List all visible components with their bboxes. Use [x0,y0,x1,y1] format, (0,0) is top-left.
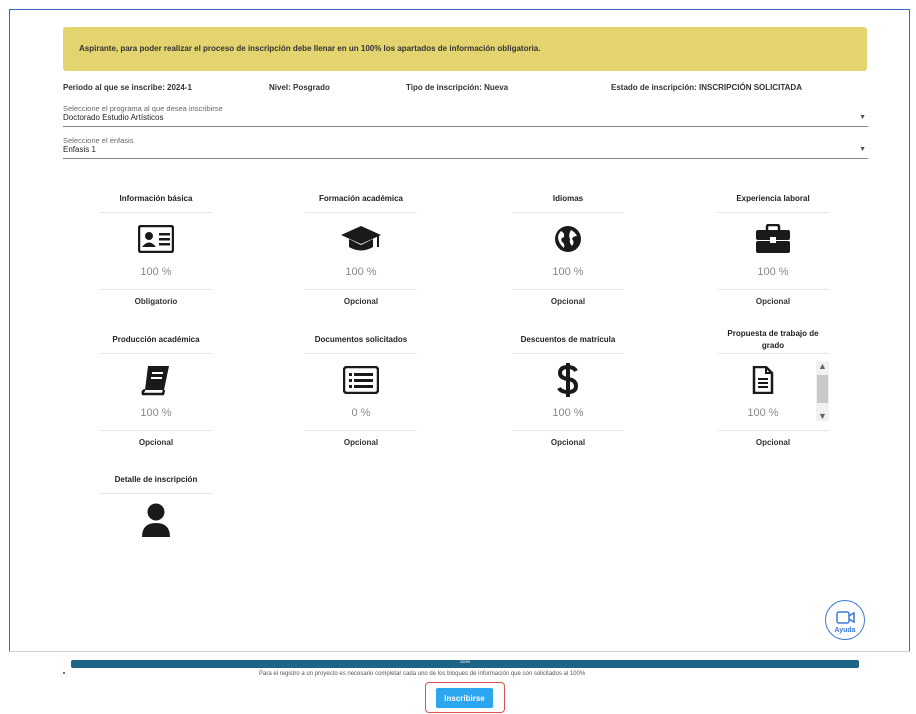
card-title: Propuesta de trabajo de grado [727,329,819,350]
scroll-down-icon[interactable]: ▼ [816,411,829,421]
card-requirement: Opcional [343,438,379,447]
card-informacion-basica[interactable]: Información básica 100 % Obligatorio [100,186,212,306]
globe-icon[interactable] [512,213,624,265]
card-descuentos-matricula[interactable]: Descuentos de matrícula 100 % Opcional [512,327,624,447]
enfasis-select-value: Enfasis 1 [63,145,96,154]
chevron-down-icon[interactable]: ▼ [859,146,866,153]
card-propuesta-trabajo-grado[interactable]: Propuesta de trabajo de grado 100 % Opci… [717,327,829,447]
card-title: Experiencia laboral [736,194,810,203]
card-idiomas[interactable]: Idiomas 100 % Opcional [512,186,624,306]
card-requirement: Opcional [755,438,791,447]
dollar-icon[interactable] [512,354,624,406]
briefcase-icon[interactable] [717,213,829,265]
card-percent: 100 % [140,407,172,419]
card-scrollbar[interactable]: ▲ ▼ [816,361,829,421]
programa-select-label: Seleccione el programa al que desea insc… [63,104,223,113]
footer-note: Para el registro a un proyecto es necesa… [63,671,585,677]
card-formacion-academica[interactable]: Formación académica 100 % Opcional [305,186,417,306]
card-percent: 100 % [552,266,584,278]
id-card-icon[interactable] [100,213,212,265]
card-produccion-academica[interactable]: Producción académica 100 % Opcional [100,327,212,447]
inscribirse-button[interactable]: Inscribirse [436,688,493,708]
estado-label: Estado de inscripción: INSCRIPCIÓN SOLIC… [611,83,802,92]
card-percent: 100 % [747,407,779,419]
card-documentos-solicitados[interactable]: Documentos solicitados 0 % Opcional [305,327,417,447]
tipo-label: Tipo de inscripción: Nueva [406,83,509,92]
card-title: Detalle de inscripción [114,475,198,484]
card-requirement: Opcional [343,297,379,306]
graduation-cap-icon[interactable] [305,213,417,265]
card-requirement: Opcional [138,438,174,447]
help-label: Ayuda [834,627,856,634]
card-title: Información básica [119,194,193,203]
footer-note-text: Para el registro a un proyecto es necesa… [259,671,586,677]
help-button[interactable]: Ayuda [825,600,865,640]
nivel-label: Nivel: Posgrado [269,83,330,92]
card-title: Idiomas [552,194,584,203]
card-requirement: Opcional [755,297,791,306]
card-title: Formación académica [318,194,404,203]
list-icon[interactable] [305,354,417,406]
card-detalle-inscripcion[interactable]: Detalle de inscripción [100,467,212,546]
bullet-icon [63,672,65,675]
enfasis-select[interactable]: Seleccione el énfasis Enfasis 1 ▼ [63,136,868,159]
progress-bar: 100% [71,659,859,668]
book-icon[interactable] [100,354,212,406]
document-icon[interactable] [717,354,829,406]
programa-select-value: Doctorado Estudio Artísticos [63,113,164,122]
programa-select[interactable]: Seleccione el programa al que desea insc… [63,104,868,127]
card-requirement: Opcional [550,297,586,306]
card-percent: 100 % [552,407,584,419]
chevron-down-icon[interactable]: ▼ [859,114,866,121]
enfasis-select-label: Seleccione el énfasis [63,136,134,145]
user-icon[interactable] [100,494,212,546]
card-requirement: Obligatorio [134,297,178,306]
card-title: Descuentos de matrícula [520,335,616,344]
periodo-label: Periodo al que se inscribe: 2024-1 [63,83,192,92]
scroll-up-icon[interactable]: ▲ [816,361,829,371]
card-title: Producción académica [112,335,200,344]
scrollbar-thumb[interactable] [817,375,828,403]
progress-text: 100% [459,659,471,664]
card-percent: 0 % [351,407,371,419]
card-experiencia-laboral[interactable]: Experiencia laboral 100 % Opcional [717,186,829,306]
video-camera-icon [836,611,855,624]
card-requirement: Opcional [550,438,586,447]
card-percent: 100 % [757,266,789,278]
card-percent: 100 % [140,266,172,278]
notice-banner: Aspirante, para poder realizar el proces… [63,27,867,71]
card-title: Documentos solicitados [314,335,408,344]
card-percent: 100 % [345,266,377,278]
